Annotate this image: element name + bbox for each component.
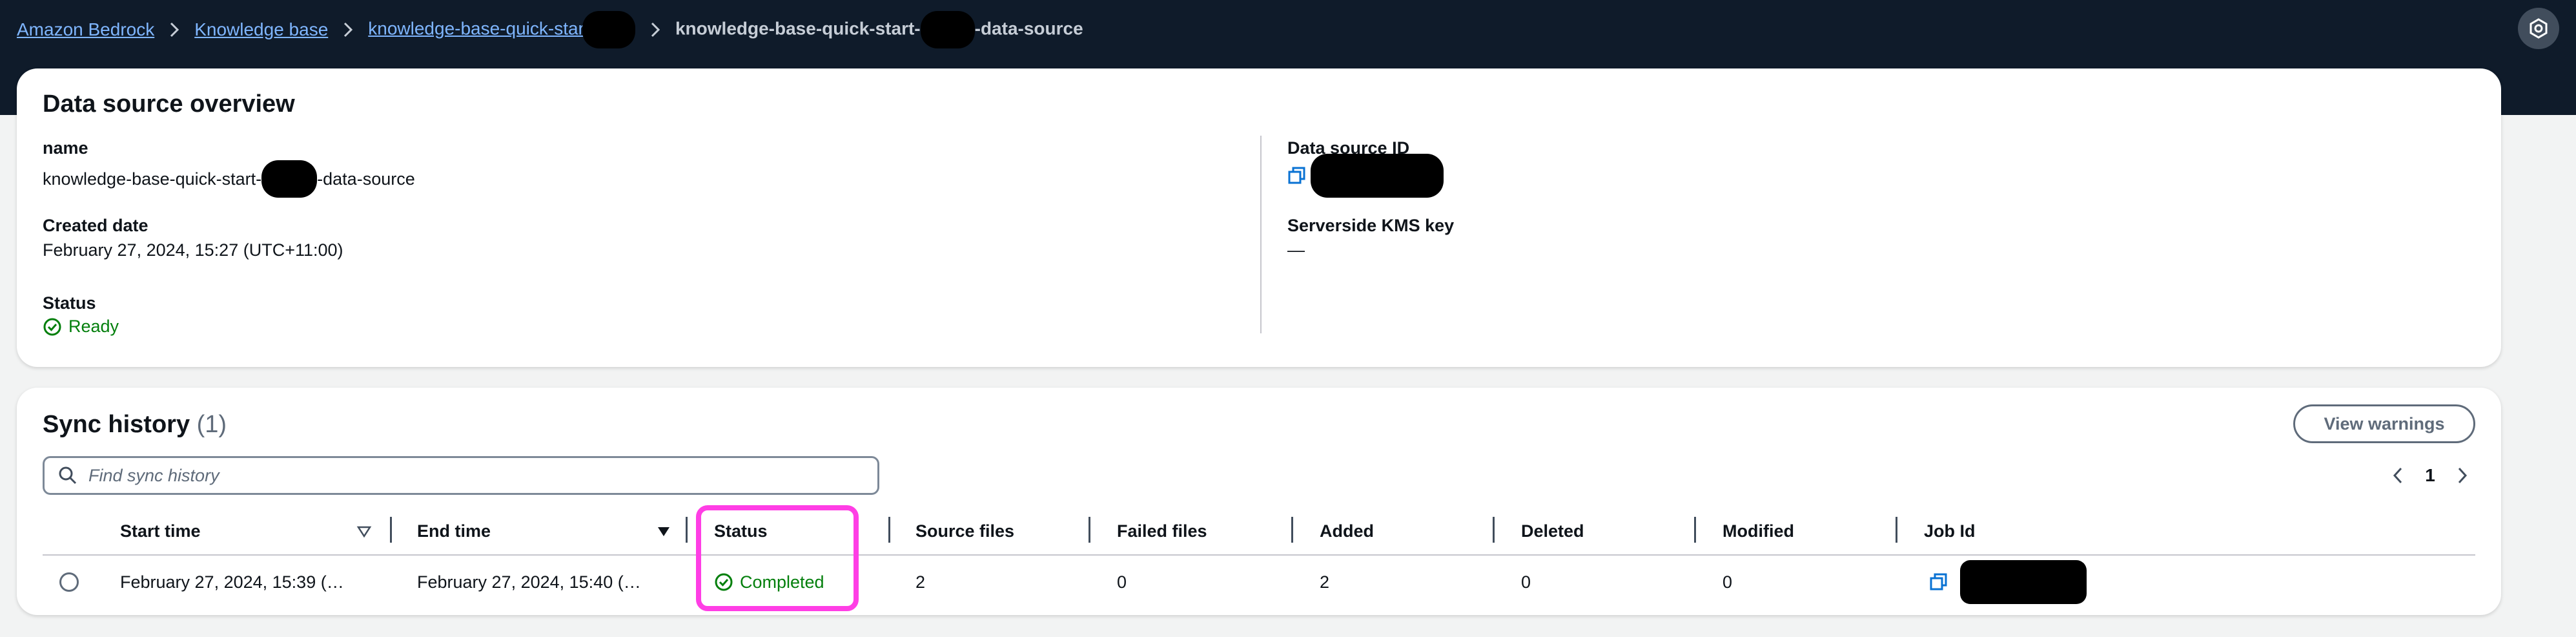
redaction xyxy=(582,11,635,48)
redaction xyxy=(1311,154,1444,198)
column-header-label: Job Id xyxy=(1924,521,1976,541)
search-sync-history xyxy=(43,456,879,495)
breadcrumb-current-prefix: knowledge-base-quick-start- xyxy=(675,18,921,39)
column-header-label: End time xyxy=(417,521,491,541)
redaction xyxy=(920,11,975,48)
cell-job-id xyxy=(1929,560,2087,604)
column-header-source-files[interactable]: Source files xyxy=(915,517,1014,545)
column-header-label: Start time xyxy=(120,521,201,541)
column-header-job-id[interactable]: Job Id xyxy=(1924,517,1976,545)
search-icon xyxy=(59,466,77,485)
cell-start-time: February 27, 2024, 15:39 (… xyxy=(120,572,344,592)
column-resizer[interactable] xyxy=(1896,517,1897,543)
chevron-right-icon xyxy=(154,21,194,39)
copy-icon[interactable] xyxy=(1929,572,1948,592)
column-resizer[interactable] xyxy=(888,517,890,543)
view-warnings-button[interactable]: View warnings xyxy=(2293,404,2475,443)
data-source-id-value xyxy=(1287,154,1444,198)
sync-history-panel: Sync history (1) View warnings 1 Start t… xyxy=(17,388,2501,615)
highlight-box xyxy=(696,505,859,611)
column-resizer[interactable] xyxy=(1694,517,1696,543)
chevron-right-icon xyxy=(328,21,368,39)
column-header-label: Added xyxy=(1320,521,1374,541)
chevron-left-icon[interactable] xyxy=(2385,466,2411,485)
sync-history-count: (1) xyxy=(196,411,227,438)
kms-key-label: Serverside KMS key xyxy=(1287,216,1455,235)
redaction xyxy=(1960,560,2087,604)
created-date-value: February 27, 2024, 15:27 (UTC+11:00) xyxy=(43,240,343,260)
sort-filled-icon[interactable] xyxy=(656,525,671,539)
cell-modified: 0 xyxy=(1722,572,1733,592)
chevron-right-icon xyxy=(635,21,675,39)
settings-icon[interactable] xyxy=(2518,8,2559,49)
column-header-added[interactable]: Added xyxy=(1320,517,1374,545)
cell-failed-files: 0 xyxy=(1117,572,1127,592)
column-resizer[interactable] xyxy=(686,517,688,543)
redaction xyxy=(261,160,318,198)
breadcrumb-kb-name: knowledge-base-quick-start- xyxy=(368,18,595,39)
name-value: knowledge-base-quick-start- -data-source xyxy=(43,160,415,198)
status-label: Status xyxy=(43,293,96,313)
cell-deleted: 0 xyxy=(1521,572,1531,592)
column-header-modified[interactable]: Modified xyxy=(1722,517,1794,545)
column-header-label: Failed files xyxy=(1117,521,1207,541)
copy-icon[interactable] xyxy=(1287,166,1307,185)
column-header-failed-files[interactable]: Failed files xyxy=(1117,517,1207,545)
cell-source-files: 2 xyxy=(915,572,926,592)
column-header-label: Source files xyxy=(915,521,1015,541)
column-header-label: Deleted xyxy=(1521,521,1584,541)
cell-end-time: February 27, 2024, 15:40 (… xyxy=(417,572,641,592)
column-resizer[interactable] xyxy=(1089,517,1090,543)
sync-history-title: Sync history (1) xyxy=(43,411,227,439)
cell-added: 2 xyxy=(1320,572,1330,592)
name-label: name xyxy=(43,138,88,158)
column-resizer[interactable] xyxy=(390,517,392,543)
breadcrumb-knowledge-base-item[interactable]: knowledge-base-quick-start- xyxy=(368,11,635,48)
column-header-deleted[interactable]: Deleted xyxy=(1521,517,1584,545)
success-check-icon xyxy=(43,318,61,335)
breadcrumb-current-suffix: -data-source xyxy=(974,18,1083,39)
breadcrumb-current: knowledge-base-quick-start- -data-source xyxy=(675,11,1083,48)
status-value: Ready xyxy=(43,317,119,337)
search-input[interactable] xyxy=(88,465,863,486)
table-header-divider xyxy=(43,554,2475,556)
overview-title: Data source overview xyxy=(43,90,295,118)
sort-descending-icon[interactable] xyxy=(356,525,372,539)
name-value-suffix: -data-source xyxy=(317,169,415,189)
sync-history-heading: Sync history xyxy=(43,411,190,438)
status-text: Ready xyxy=(68,317,119,336)
data-source-overview-panel: Data source overview name knowledge-base… xyxy=(17,68,2501,367)
created-date-label: Created date xyxy=(43,216,148,235)
pagination: 1 xyxy=(2385,459,2475,492)
page-number[interactable]: 1 xyxy=(2411,465,2449,486)
kms-key-value: — xyxy=(1287,240,1305,260)
name-value-prefix: knowledge-base-quick-start- xyxy=(43,169,262,189)
chevron-right-icon[interactable] xyxy=(2449,466,2475,485)
row-select-radio[interactable] xyxy=(59,572,79,592)
column-divider xyxy=(1260,216,1262,267)
column-resizer[interactable] xyxy=(1291,517,1293,543)
breadcrumb-amazon-bedrock[interactable]: Amazon Bedrock xyxy=(17,19,154,40)
breadcrumb-knowledge-base[interactable]: Knowledge base xyxy=(194,19,328,40)
breadcrumb: Amazon Bedrock Knowledge base knowledge-… xyxy=(17,11,1083,48)
column-header-end-time[interactable]: End time xyxy=(417,517,491,545)
column-header-start-time[interactable]: Start time xyxy=(120,517,201,545)
column-header-label: Modified xyxy=(1722,521,1794,541)
column-resizer[interactable] xyxy=(1493,517,1495,543)
